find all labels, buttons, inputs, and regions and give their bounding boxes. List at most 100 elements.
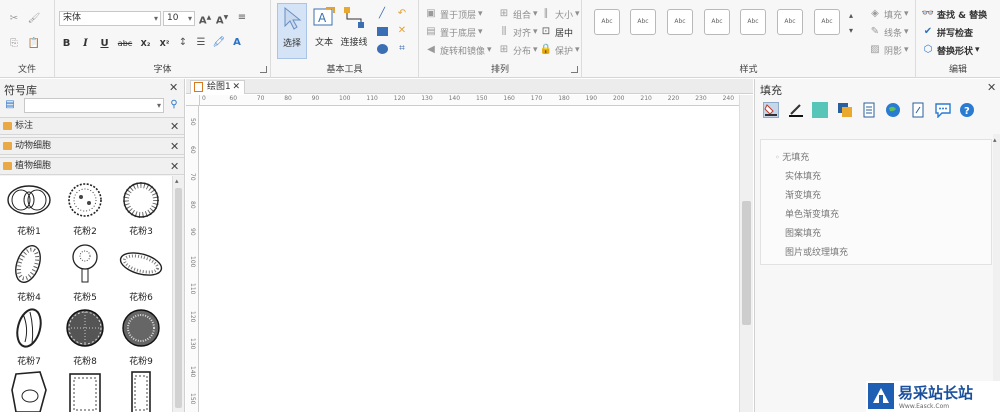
fill-option-gradient[interactable]: 渐变填充 [785, 188, 821, 201]
category-plant-cells[interactable]: 植物细胞 ✕ [0, 157, 184, 175]
shrink-font-icon[interactable]: A▼ [215, 11, 229, 26]
style-preset-3[interactable]: Abc [667, 9, 693, 35]
shape-pollen-6[interactable]: 花粉6 [113, 242, 169, 303]
cut-icon[interactable]: ✂ [7, 12, 21, 26]
shape-pollen-4[interactable]: 花粉4 [1, 242, 57, 303]
shape-pollen-3[interactable]: 花粉3 [113, 180, 169, 237]
style-preset-5[interactable]: Abc [740, 9, 766, 35]
symbol-panel-scroll-thumb[interactable] [175, 188, 182, 408]
line-tab-icon[interactable] [788, 102, 804, 118]
paste-icon[interactable]: 📋 [27, 37, 41, 51]
reflection-tab-icon[interactable] [837, 102, 853, 118]
bullets-icon[interactable]: ☰ [194, 36, 208, 50]
category-callout[interactable]: 标注 ✕ [0, 117, 184, 135]
shape-pollen-7[interactable]: 花粉7 [1, 306, 57, 367]
fill-option-none[interactable]: ◦ 无填充 [775, 150, 809, 163]
symbol-search-input[interactable] [24, 98, 164, 113]
drawing-canvas[interactable] [200, 107, 739, 412]
superscript-button[interactable]: X² [157, 39, 172, 48]
grow-font-icon[interactable]: A▲ [198, 11, 212, 26]
replace-shape-button[interactable]: ⬡ 替换形状 ▾ [921, 43, 980, 57]
cross-tool-icon[interactable]: ✕ [395, 24, 409, 38]
font-color-icon[interactable]: A [230, 36, 244, 50]
fill-panel-scrollbar[interactable]: ▴ [993, 134, 1000, 412]
italic-button[interactable]: I [78, 38, 93, 49]
style-preset-1[interactable]: Abc [594, 9, 620, 35]
shape-plant-cell-2[interactable] [57, 370, 113, 412]
group-button[interactable]: ⊞ 组合 ▾ [497, 7, 538, 21]
send-back-button[interactable]: ▤ 置于底层 ▾ [424, 25, 482, 39]
close-category-callout-icon[interactable]: ✕ [170, 119, 179, 135]
search-icon[interactable]: ⚲ [167, 98, 181, 112]
canvas-scroll-thumb[interactable] [742, 201, 751, 325]
line-style-button[interactable]: ✎ 线条 ▾ [868, 25, 909, 39]
spell-check-button[interactable]: ✔ 拼写检查 [921, 25, 973, 39]
subscript-button[interactable]: X₂ [138, 39, 153, 48]
fill-option-solid[interactable]: 实体填充 [785, 169, 821, 182]
fill-tab-icon[interactable] [763, 102, 779, 118]
hyperlink-globe-icon[interactable] [885, 102, 901, 118]
line-spacing-icon[interactable]: ↕ [176, 36, 190, 50]
style-preset-6[interactable]: Abc [777, 9, 803, 35]
crop-tool-icon[interactable]: ⌗ [395, 42, 409, 56]
strikethrough-button[interactable]: abc [116, 39, 134, 48]
styles-more-icon[interactable]: ▾ [844, 24, 858, 38]
shadow-tab-icon[interactable] [812, 102, 828, 118]
protect-button[interactable]: 🔒 保护 ▾ [539, 43, 580, 57]
shape-pollen-2[interactable]: 花粉2 [57, 180, 113, 237]
scroll-up-arrow-icon[interactable]: ▴ [175, 177, 179, 185]
shape-pollen-5[interactable]: 花粉5 [57, 242, 113, 303]
shadow-button[interactable]: ▨ 阴影 ▾ [868, 43, 908, 57]
line-tool-icon[interactable]: ╱ [375, 7, 389, 21]
shape-pollen-9[interactable]: 花粉9 [113, 306, 169, 367]
attachment-icon[interactable] [910, 102, 926, 118]
close-document-tab-icon[interactable]: ✕ [232, 81, 240, 93]
shape-plant-cell-1[interactable] [1, 370, 57, 412]
arrange-dialog-launcher[interactable] [571, 66, 578, 73]
bold-button[interactable]: B [59, 38, 74, 49]
document-properties-icon[interactable] [861, 102, 877, 118]
shape-plant-cell-3[interactable] [113, 370, 169, 412]
style-preset-2[interactable]: Abc [630, 9, 656, 35]
shape-pollen-8[interactable]: 花粉8 [57, 306, 113, 367]
font-dialog-launcher[interactable] [260, 66, 267, 73]
distribute-button[interactable]: ⊞ 分布 ▾ [497, 43, 538, 57]
comment-icon[interactable] [935, 102, 951, 119]
font-name-select[interactable]: 宋体 [59, 11, 161, 26]
category-animal-cells[interactable]: 动物细胞 ✕ [0, 137, 184, 155]
align-button[interactable]: ⫼ 对齐 ▾ [497, 25, 538, 39]
format-painter-icon[interactable]: 🖌 [27, 12, 41, 26]
shape-pollen-1[interactable]: 花粉1 [1, 180, 57, 237]
ellipse-tool-icon[interactable] [377, 44, 388, 54]
document-tab[interactable]: 绘图1 ✕ [190, 80, 245, 94]
fill-option-picture-texture[interactable]: 图片或纹理填充 [785, 245, 848, 258]
fill-scroll-up-icon[interactable]: ▴ [993, 136, 997, 144]
align-text-icon[interactable]: ≡ [235, 11, 249, 25]
close-category-animal-icon[interactable]: ✕ [170, 139, 179, 155]
text-highlight-icon[interactable]: 🖍 [212, 36, 226, 50]
style-preset-7[interactable]: Abc [814, 9, 840, 35]
connector-tool-button[interactable]: 连接线 [337, 3, 371, 59]
find-replace-button[interactable]: 👓 查找 & 替换 [921, 7, 987, 21]
canvas-vertical-scrollbar[interactable] [739, 95, 753, 412]
library-menu-icon[interactable]: ▤ [3, 98, 17, 112]
underline-button[interactable]: U [97, 38, 112, 49]
arc-tool-icon[interactable]: ↶ [395, 7, 409, 21]
rectangle-tool-icon[interactable] [377, 27, 388, 36]
fill-button[interactable]: ◈ 填充 ▾ [868, 7, 908, 21]
bring-front-button[interactable]: ▣ 置于顶层 ▾ [424, 7, 482, 21]
symbol-panel-scrollbar[interactable]: ▴ [172, 176, 184, 412]
style-preset-4[interactable]: Abc [704, 9, 730, 35]
fill-option-mono-gradient[interactable]: 单色渐变填充 [785, 207, 839, 220]
font-size-select[interactable]: 10 [163, 11, 195, 26]
select-tool-button[interactable]: 选择 [277, 3, 307, 59]
styles-scroll-up-icon[interactable]: ▴ [844, 9, 858, 23]
text-tool-button[interactable]: A 文本 [309, 3, 339, 59]
center-button[interactable]: ⊡ 居中 [539, 25, 573, 39]
rotate-mirror-button[interactable]: ◀ 旋转和镜像 ▾ [424, 43, 491, 57]
fill-option-pattern[interactable]: 图案填充 [785, 226, 821, 239]
close-fill-panel-icon[interactable]: ✕ [987, 81, 996, 94]
copy-icon[interactable]: ⎘ [7, 37, 21, 51]
help-icon[interactable]: ? [959, 102, 975, 118]
size-button[interactable]: ∥ 大小 ▾ [539, 7, 580, 21]
